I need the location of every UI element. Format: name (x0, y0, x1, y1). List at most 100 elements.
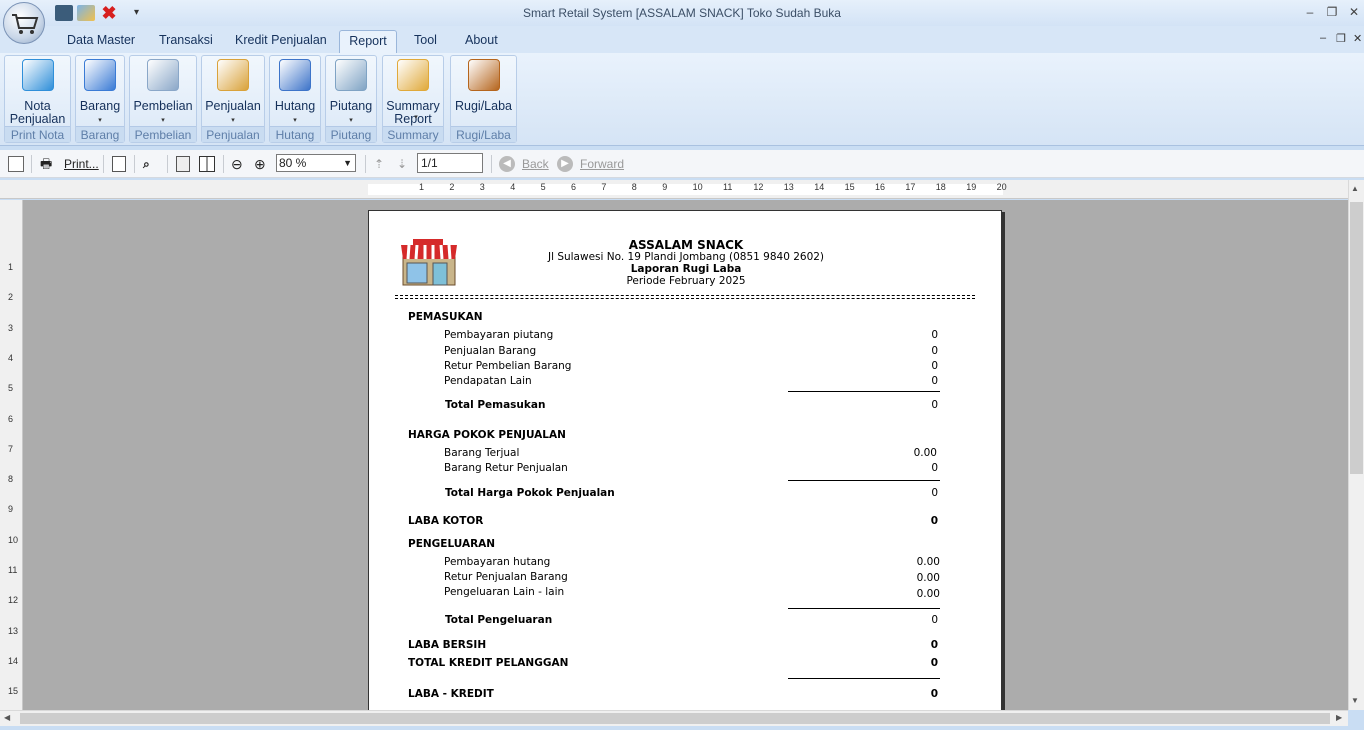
toolbar-separator (365, 155, 366, 173)
horizontal-scrollbar[interactable]: ◀ ▶ (0, 710, 1348, 726)
page-input[interactable]: 1/1 (417, 153, 483, 173)
back-icon[interactable]: ◀ (499, 156, 515, 172)
ribbon-group-7[interactable]: Summary Report ▾ Summary (382, 55, 444, 143)
ruler-number: 13 (783, 182, 794, 192)
ribbon-group-5[interactable]: Hutang ▾ Hutang (269, 55, 321, 143)
laba-kredit-label: LABA - KREDIT (408, 688, 494, 700)
ruler-number: 11 (723, 182, 733, 192)
zoom-out-icon[interactable]: ⊖ (231, 156, 247, 172)
tab-tool[interactable]: Tool (408, 30, 443, 53)
total-rule (788, 391, 940, 392)
mdi-restore-button[interactable]: ❐ (1336, 32, 1346, 45)
printer-icon[interactable]: 🖶 (40, 156, 54, 172)
ruler-number: 9 (662, 182, 668, 192)
laba-kotor-value: 0 (930, 515, 938, 527)
total-value: 0 (931, 399, 938, 411)
section-heading: PEMASUKAN (408, 311, 483, 323)
minimize-button[interactable]: – (1302, 4, 1318, 20)
ruler-number: 8 (8, 474, 14, 485)
zoom-value: 80 % (279, 156, 307, 170)
line-label: Barang Terjual (444, 447, 520, 459)
scrollbar-thumb[interactable] (1350, 202, 1363, 474)
nota-icon (21, 59, 54, 91)
total-label: Total Harga Pokok Penjualan (445, 487, 615, 499)
cart-icon (12, 14, 39, 34)
ribbon-group-2[interactable]: Barang ▾ Barang (75, 55, 125, 143)
label-line: Penjualan (9, 112, 66, 126)
vertical-ruler: 1 2 3 4 5 6 7 8 9 10 11 12 13 14 15 (0, 200, 23, 710)
line-value: 0.00 (913, 447, 937, 459)
line-value: 0 (931, 375, 938, 387)
bar-chart-icon (147, 59, 179, 91)
forward-button[interactable]: Forward (580, 156, 624, 172)
ribbon-group-name: Summary (383, 126, 443, 142)
tab-data-master[interactable]: Data Master (61, 30, 141, 53)
ribbon-group-6[interactable]: Piutang ▾ Piutang (325, 55, 377, 143)
ribbon-tab-bar: Data Master Transaksi Kredit Penjualan R… (0, 26, 1364, 53)
line-label: Retur Penjualan Barang (444, 571, 568, 583)
scroll-up-icon[interactable]: ▲ (1351, 184, 1359, 193)
report-address: Jl Sulawesi No. 19 Plandi Jombang (0851 … (547, 251, 825, 263)
tab-transaksi[interactable]: Transaksi (153, 30, 219, 53)
previous-page-icon[interactable]: ⇡ (374, 156, 388, 172)
label-line: Rugi/Laba (455, 99, 512, 113)
preview-toolbar: 🖶 Print... ⌕ ⊖ ⊕ 80 % ▼ ⇡ ⇣ 1/1 ◀ Back ▶… (0, 150, 1364, 178)
ribbon-group-4[interactable]: Penjualan ▾ Penjualan (201, 55, 265, 143)
chevron-down-icon: ▾ (98, 117, 102, 124)
app-menu-button[interactable] (3, 2, 45, 44)
find-icon[interactable]: ⌕ (143, 156, 159, 172)
ruler-number: 2 (8, 292, 14, 303)
print-button[interactable]: Print... (64, 156, 99, 172)
back-button[interactable]: Back (522, 156, 549, 172)
ruler-number: 5 (540, 182, 546, 192)
ruler-number: 15 (844, 182, 855, 192)
scrollbar-thumb[interactable] (20, 713, 1330, 724)
copy-icon[interactable] (112, 156, 126, 172)
line-label: Pendapatan Lain (444, 375, 532, 387)
tab-kredit-penjualan[interactable]: Kredit Penjualan (229, 30, 333, 53)
ribbon-group-8[interactable]: Rugi/Laba Rugi/Laba (450, 55, 517, 143)
title-bar: ✖ ▾ Smart Retail System [ASSALAM SNACK] … (0, 0, 1364, 26)
zoom-in-icon[interactable]: ⊕ (254, 156, 270, 172)
total-rule (788, 678, 940, 679)
next-page-icon[interactable]: ⇣ (397, 156, 411, 172)
toolbar-separator (31, 155, 32, 173)
ribbon-group-name: Print Nota (5, 126, 70, 142)
ruler-number: 4 (510, 182, 516, 192)
single-page-icon[interactable] (176, 156, 190, 172)
ribbon-group-1[interactable]: Nota Penjualan Print Nota (4, 55, 71, 143)
total-rule (788, 608, 940, 609)
section-heading: HARGA POKOK PENJUALAN (408, 429, 566, 441)
multi-page-icon[interactable] (199, 156, 215, 172)
restore-button[interactable]: ❐ (1324, 4, 1340, 20)
label-line: Penjualan (205, 99, 261, 113)
label-line: Pembelian (133, 99, 193, 113)
ribbon-button-label: Piutang (326, 100, 376, 113)
label-line: Piutang (329, 99, 373, 113)
scroll-down-icon[interactable]: ▼ (1351, 696, 1359, 705)
sales-chart-icon (217, 59, 249, 91)
ribbon-group-name: Piutang (326, 126, 376, 142)
ribbon-group-name: Penjualan (202, 126, 264, 142)
debt-icon (279, 59, 311, 91)
document-map-icon[interactable] (8, 156, 24, 172)
tab-about[interactable]: About (459, 30, 504, 53)
ruler-number: 12 (753, 182, 764, 192)
vertical-scrollbar[interactable]: ▲ ▼ (1348, 180, 1364, 710)
mdi-close-button[interactable]: ✕ (1353, 32, 1362, 45)
preview-area[interactable]: ASSALAM SNACK Jl Sulawesi No. 19 Plandi … (23, 200, 1348, 710)
forward-icon[interactable]: ▶ (557, 156, 573, 172)
scroll-right-icon[interactable]: ▶ (1336, 713, 1342, 722)
ledger-icon (335, 59, 367, 91)
mdi-minimize-button[interactable]: – (1320, 32, 1326, 44)
ruler-number: 5 (8, 383, 14, 394)
tab-report[interactable]: Report (339, 30, 397, 53)
status-strip (0, 726, 1364, 730)
total-kredit-value: 0 (930, 657, 938, 669)
scroll-left-icon[interactable]: ◀ (4, 713, 10, 722)
ruler-number: 10 (692, 182, 703, 192)
close-button[interactable]: ✕ (1346, 4, 1362, 20)
chevron-down-icon: ▾ (414, 114, 418, 121)
zoom-select[interactable]: 80 % ▼ (276, 154, 356, 172)
ribbon-group-3[interactable]: Pembelian ▾ Pembelian (129, 55, 197, 143)
